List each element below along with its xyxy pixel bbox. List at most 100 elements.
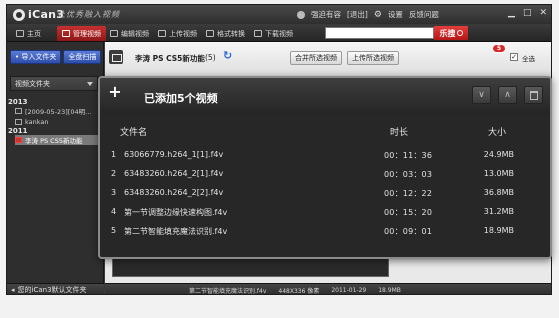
column-header-size: 大小 bbox=[488, 128, 507, 138]
row-duration: 00：03：03 bbox=[384, 170, 433, 179]
row-duration: 00：09：01 bbox=[384, 227, 433, 236]
table-row[interactable]: 3 63483260.h264_2[2].f4v 00：12：22 36.8MB bbox=[100, 185, 550, 201]
full-scan-button[interactable]: 全盘扫描 bbox=[63, 50, 102, 64]
nav-bar: 主页 管理视频 编辑视频 上传视频 格式转换 下载视频 乐搜 bbox=[7, 24, 551, 42]
folder-item[interactable]: [2009-05-23][04明... bbox=[15, 106, 101, 116]
title-bar: iCan3 让优秀融入视频 强迫有容 [退出] ⚙ 设置 反馈问题 ▁ □ ✕ bbox=[7, 5, 551, 24]
tab-label: 主页 bbox=[27, 29, 41, 38]
trash-icon bbox=[529, 90, 538, 100]
row-size: 18.9MB bbox=[483, 226, 514, 235]
year-label: 2013 bbox=[8, 98, 28, 106]
refresh-icon[interactable]: ↻ bbox=[223, 49, 232, 62]
minimize-icon[interactable]: ▁ bbox=[508, 8, 515, 18]
added-videos-popup: + 已添加5个视频 ∨ ∧ 文件名 时长 大小 1 63066779.h264_… bbox=[98, 76, 552, 259]
close-icon[interactable]: ✕ bbox=[539, 8, 547, 18]
settings-link[interactable]: 设置 bbox=[388, 9, 403, 20]
default-folder-bar[interactable]: ◂ 您的iCan3默认文件夹 bbox=[7, 283, 104, 294]
folder-list-header[interactable]: 视频文件夹 bbox=[10, 76, 98, 91]
tab-edit-video[interactable]: 编辑视频 bbox=[105, 26, 154, 41]
status-size: 18.9MB bbox=[378, 286, 401, 294]
tab-upload-video[interactable]: 上传视频 bbox=[153, 26, 202, 41]
row-file-name: 第二节智能填充魔法识别.f4v bbox=[124, 227, 228, 236]
tab-format-convert[interactable]: 格式转换 bbox=[201, 26, 250, 41]
folder-item-selected[interactable]: 李涛 PS CS5新功能 bbox=[15, 135, 101, 145]
folder-count: (5) bbox=[205, 53, 216, 62]
row-duration: 00：12：22 bbox=[384, 189, 433, 198]
feedback-link[interactable]: 反馈问题 bbox=[409, 9, 439, 20]
merge-button[interactable]: 合并所选视频 bbox=[290, 51, 342, 65]
folder-item-label: 李涛 PS CS5新功能 bbox=[25, 137, 83, 145]
tab-label: 编辑视频 bbox=[121, 29, 149, 38]
default-folder-label: 您的iCan3默认文件夹 bbox=[17, 286, 87, 294]
window-controls: ▁ □ ✕ bbox=[508, 8, 547, 18]
popup-title: 已添加5个视频 bbox=[144, 92, 218, 105]
row-size: 13.0MB bbox=[483, 169, 514, 178]
user-icon bbox=[297, 10, 305, 19]
tab-label: 格式转换 bbox=[217, 29, 245, 38]
search-button-label: 乐搜 bbox=[439, 28, 456, 38]
chevron-up-icon[interactable]: ∧ bbox=[498, 86, 517, 104]
status-date: 2011-01-29 bbox=[331, 286, 367, 294]
row-duration: 00：15：20 bbox=[384, 208, 433, 217]
row-size: 36.8MB bbox=[483, 188, 514, 197]
table-row[interactable]: 1 63066779.h264_1[1].f4v 00：11：36 24.9MB bbox=[100, 147, 550, 163]
folder-item[interactable]: kankan bbox=[15, 117, 101, 127]
sidebar: • 导入文件夹 全盘扫描 视频文件夹 2013 [2009-05-23][04明… bbox=[7, 42, 104, 294]
folder-icon bbox=[15, 119, 22, 125]
table-row[interactable]: 4 第一节调整边缘快速构图.f4v 00：15：20 31.2MB bbox=[100, 204, 550, 220]
popup-header: + 已添加5个视频 ∨ ∧ bbox=[100, 78, 550, 114]
chevron-down-icon[interactable]: ∨ bbox=[472, 86, 491, 104]
folder-item-label: [2009-05-23][04明... bbox=[25, 108, 92, 116]
column-header-duration: 时长 bbox=[390, 128, 409, 138]
search-input[interactable] bbox=[325, 27, 434, 39]
tab-label: 管理视频 bbox=[73, 29, 101, 38]
home-icon bbox=[16, 30, 24, 37]
row-size: 24.9MB bbox=[483, 150, 514, 159]
logout-link[interactable]: [退出] bbox=[347, 9, 368, 20]
row-file-name: 63066779.h264_1[1].f4v bbox=[124, 150, 224, 159]
folder-toolbar: 李涛 PS CS5新功能 (5) ↻ 合并所选视频 上传所选视频 5 ✓ 全选 bbox=[105, 42, 551, 78]
tab-label: 上传视频 bbox=[169, 29, 197, 38]
row-file-name: 第一节调整边缘快速构图.f4v bbox=[124, 208, 228, 217]
tab-label: 下载视频 bbox=[265, 29, 293, 38]
import-folder-button[interactable]: • 导入文件夹 bbox=[10, 50, 62, 64]
logo-icon bbox=[13, 8, 25, 21]
row-file-name: 63483260.h264_2[1].f4v bbox=[124, 169, 224, 178]
folder-item-label: kankan bbox=[25, 118, 49, 126]
maximize-icon[interactable]: □ bbox=[523, 8, 532, 18]
edit-video-icon bbox=[110, 30, 118, 37]
row-duration: 00：11：36 bbox=[384, 151, 433, 160]
year-label: 2011 bbox=[8, 127, 28, 135]
row-number: 3 bbox=[111, 188, 117, 197]
row-number: 1 bbox=[111, 150, 117, 159]
table-row[interactable]: 5 第二节智能填充魔法识别.f4v 00：09：01 18.9MB bbox=[100, 223, 550, 239]
select-all-checkbox[interactable]: ✓ bbox=[510, 53, 518, 61]
select-all-label: 全选 bbox=[522, 55, 535, 63]
triangle-icon: ◂ bbox=[11, 286, 15, 294]
row-size: 31.2MB bbox=[483, 207, 514, 216]
title-links: 强迫有容 [退出] ⚙ 设置 反馈问题 bbox=[297, 9, 439, 20]
row-number: 5 bbox=[111, 226, 117, 235]
tab-download-video[interactable]: 下载视频 bbox=[249, 26, 298, 41]
folder-icon bbox=[109, 50, 123, 64]
tab-home[interactable]: 主页 bbox=[11, 26, 46, 41]
status-file: 第二节智能填充魔法识别.f4v bbox=[189, 287, 267, 295]
user-name-link[interactable]: 强迫有容 bbox=[311, 9, 341, 20]
upload-button[interactable]: 上传所选视频 bbox=[347, 51, 399, 65]
add-icon[interactable]: + bbox=[108, 84, 122, 100]
app-slogan: 让优秀融入视频 bbox=[57, 10, 120, 19]
folder-icon bbox=[15, 108, 22, 114]
tab-manage-video[interactable]: 管理视频 bbox=[57, 26, 106, 41]
manage-video-icon bbox=[62, 30, 70, 37]
row-number: 4 bbox=[111, 207, 117, 216]
row-number: 2 bbox=[111, 169, 117, 178]
folder-icon bbox=[15, 137, 22, 143]
folder-title: 李涛 PS CS5新功能 bbox=[135, 54, 205, 63]
delete-button[interactable] bbox=[524, 86, 543, 104]
table-row[interactable]: 2 63483260.h264_2[1].f4v 00：03：03 13.0MB bbox=[100, 166, 550, 182]
download-video-icon bbox=[254, 30, 262, 37]
gear-icon[interactable]: ⚙ bbox=[374, 10, 382, 20]
column-header-name: 文件名 bbox=[120, 128, 148, 138]
search-button[interactable]: 乐搜 bbox=[434, 26, 468, 40]
status-pixels: 448X336 像素 bbox=[278, 287, 320, 295]
